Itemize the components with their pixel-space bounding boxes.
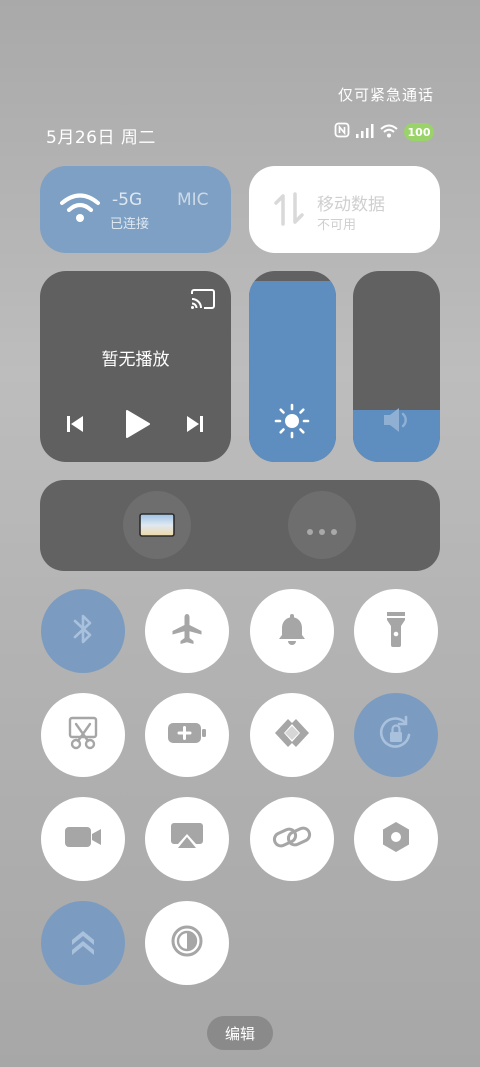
bluetooth-icon — [68, 611, 98, 651]
hexagon-gear-icon — [380, 820, 412, 858]
flashlight-icon — [383, 609, 409, 653]
dark-mode-toggle[interactable] — [145, 901, 229, 985]
share-diamond-icon — [273, 716, 311, 754]
date-text: 5月26日 周二 — [46, 128, 156, 148]
battery-plus-icon — [167, 720, 207, 750]
scissors-icon — [66, 715, 100, 755]
extra-controls-tile — [40, 480, 440, 571]
screen-record-toggle[interactable] — [41, 797, 125, 881]
nfc-icon — [334, 122, 350, 142]
link-icon — [272, 821, 312, 857]
mobile-data-tile[interactable]: 移动数据 不可用 — [249, 166, 440, 253]
brightness-slider[interactable] — [249, 271, 336, 462]
rotation-lock-icon — [376, 713, 416, 757]
battery-icon: 100 — [404, 123, 434, 141]
previous-track-icon[interactable] — [64, 413, 86, 439]
mobile-data-status: 不可用 — [317, 218, 357, 233]
more-icon — [305, 521, 339, 540]
wifi-icon — [60, 192, 100, 228]
cast-toggle[interactable] — [145, 797, 229, 881]
screen-preview-button[interactable] — [123, 491, 191, 559]
airplane-mode-toggle[interactable] — [145, 589, 229, 673]
bluetooth-toggle[interactable] — [41, 589, 125, 673]
volume-slider[interactable] — [353, 271, 440, 462]
wifi-icon — [380, 123, 398, 142]
rotation-lock-toggle[interactable] — [354, 693, 438, 777]
video-camera-icon — [63, 824, 103, 854]
bell-icon — [275, 611, 309, 651]
airplane-icon — [169, 611, 205, 651]
screen-thumbnail-icon — [139, 513, 175, 541]
settings-toggle[interactable] — [354, 797, 438, 881]
media-status-text: 暂无播放 — [101, 350, 170, 370]
link-toggle[interactable] — [250, 797, 334, 881]
sound-toggle[interactable] — [250, 589, 334, 673]
edit-button[interactable]: 编辑 — [207, 1016, 273, 1050]
battery-saver-toggle[interactable] — [145, 693, 229, 777]
signal-icon — [356, 123, 374, 142]
double-chevron-up-icon — [68, 926, 98, 960]
boost-toggle[interactable] — [41, 901, 125, 985]
wifi-status-text: 已连接 — [110, 217, 150, 232]
cast-screen-icon — [168, 821, 206, 857]
status-icons: 100 — [334, 121, 434, 143]
wifi-tile[interactable]: -5G MIC 已连接 — [40, 166, 231, 253]
cast-icon[interactable] — [190, 288, 216, 314]
wifi-ssid-text: -5G — [112, 190, 143, 210]
flashlight-toggle[interactable] — [354, 589, 438, 673]
nearby-share-toggle[interactable] — [250, 693, 334, 777]
sun-icon — [274, 403, 310, 443]
next-track-icon[interactable] — [184, 413, 206, 439]
wifi-ssid-extra-text: MIC — [177, 190, 209, 210]
mobile-data-title: 移动数据 — [317, 195, 385, 215]
emergency-call-text: 仅可紧急通话 — [337, 86, 434, 104]
more-button[interactable] — [288, 491, 356, 559]
data-arrows-icon — [273, 192, 305, 230]
contrast-icon — [170, 924, 204, 962]
media-player-tile[interactable]: 暂无播放 — [40, 271, 231, 462]
speaker-icon — [381, 405, 413, 439]
play-icon[interactable] — [123, 409, 151, 443]
screenshot-toggle[interactable] — [41, 693, 125, 777]
